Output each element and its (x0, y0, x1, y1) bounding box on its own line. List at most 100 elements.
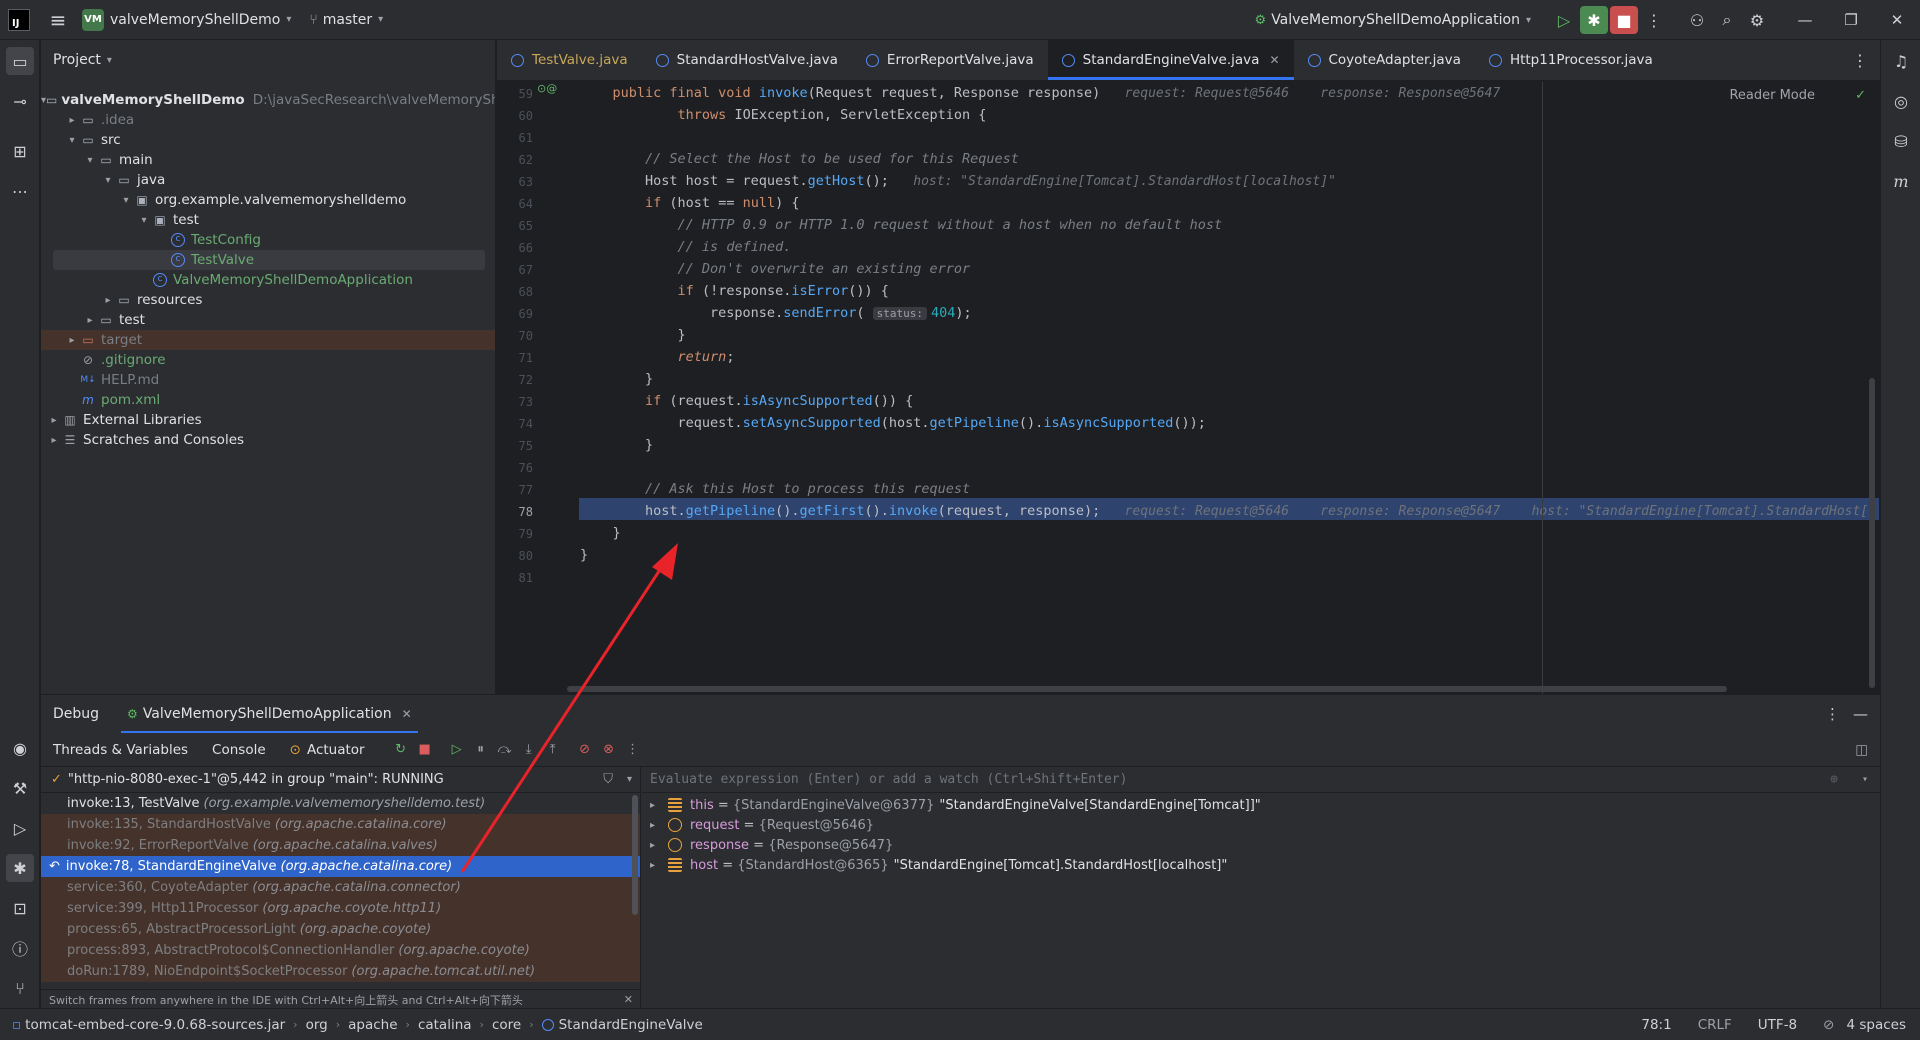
stack-frame[interactable]: process:65, AbstractProcessorLight (org.a… (41, 919, 640, 940)
ai-assistant-icon[interactable]: ◎ (1887, 87, 1915, 115)
editor-tab[interactable]: CoyoteAdapter.java (1294, 40, 1475, 80)
line-number[interactable]: 67 (497, 263, 533, 277)
code-line[interactable]: } (580, 371, 653, 387)
tree-item[interactable]: ⊘ .gitignore (41, 350, 495, 370)
thread-selector[interactable]: ✓ "http-nio-8080-exec-1"@5,442 in group … (41, 767, 640, 793)
stack-frame[interactable]: invoke:92, ErrorReportValve (org.apache.c… (41, 835, 640, 856)
run-config-selector[interactable]: ⚙ ValveMemoryShellDemoApplication ▾ (1255, 12, 1531, 28)
indent-setting[interactable]: 4 spaces (1846, 1017, 1906, 1033)
stack-frame[interactable]: doRun:1789, NioEndpoint$SocketProcessor(… (41, 961, 640, 982)
chevron-down-icon[interactable]: ▾ (627, 774, 632, 785)
settings-gear-icon[interactable]: ⚙ (1743, 6, 1771, 34)
chevron-right-icon[interactable]: ▸ (650, 860, 664, 871)
code-line[interactable]: // is defined. (580, 239, 792, 255)
code-line[interactable]: Host host = request.getHost(); host: "St… (580, 173, 1336, 189)
tab-threads-variables[interactable]: Threads & Variables (53, 742, 188, 758)
tree-item[interactable]: c TestConfig (41, 230, 495, 250)
layout-settings-icon[interactable]: ◫ (1855, 742, 1868, 758)
line-number[interactable]: 70 (497, 329, 533, 343)
line-number[interactable]: 77 (497, 483, 533, 497)
editor-horizontal-scrollbar[interactable] (567, 686, 1727, 692)
breadcrumb-item[interactable]: StandardEngineValve (559, 1017, 703, 1033)
code-line[interactable]: } (580, 327, 686, 343)
line-number[interactable]: 65 (497, 219, 533, 233)
line-number[interactable]: 78 (497, 505, 533, 519)
breadcrumb-item[interactable]: core (492, 1017, 521, 1033)
variable-row[interactable]: ▸ response = {Response@5647} (642, 835, 1880, 855)
line-number[interactable]: 69 (497, 307, 533, 321)
code-line[interactable]: if (host == null) { (580, 195, 799, 211)
rerun-icon[interactable]: ↻ (389, 742, 413, 757)
structure-tool-icon[interactable]: ⊞ (6, 137, 34, 165)
editor-vertical-scrollbar[interactable] (1869, 378, 1875, 688)
line-number[interactable]: 61 (497, 131, 533, 145)
code-line[interactable]: response.sendError( status: 404); (580, 305, 972, 321)
filter-icon[interactable]: ⛉ (603, 772, 613, 787)
evaluate-expression-input[interactable]: Evaluate expression (Enter) or add a wat… (642, 767, 1880, 793)
project-panel-header[interactable]: Project ▾ (41, 40, 495, 80)
maven-tool-icon[interactable]: m (1887, 167, 1915, 195)
add-watch-icon[interactable]: ⊕ (1830, 772, 1838, 787)
add-user-icon[interactable]: ⚇ (1683, 6, 1711, 34)
code-line[interactable]: // HTTP 0.9 or HTTP 1.0 request without … (580, 217, 1223, 233)
tree-item[interactable]: ▸ ▭ target (41, 330, 495, 350)
tree-item[interactable]: ▸ ▥ External Libraries (41, 410, 495, 430)
code-line[interactable]: request.setAsyncSupported(host.getPipeli… (580, 415, 1206, 431)
mute-breakpoints-icon[interactable]: ⊗ (597, 742, 621, 757)
tree-item[interactable]: ▸ ▭ test (41, 310, 495, 330)
tab-actuator[interactable]: Actuator (307, 742, 365, 758)
commit-tool-icon[interactable]: ⊸ (6, 87, 34, 115)
chevron-down-icon[interactable]: ▾ (1862, 774, 1868, 785)
tree-item[interactable]: ▸ ▭ resources (41, 290, 495, 310)
line-number[interactable]: 76 (497, 461, 533, 475)
line-number[interactable]: 60 (497, 109, 533, 123)
line-number[interactable]: 66 (497, 241, 533, 255)
chevron-right-icon[interactable]: ▸ (101, 295, 115, 306)
run-tool-icon[interactable]: ▷ (6, 814, 34, 842)
problems-tool-icon[interactable]: ⓘ (6, 934, 34, 962)
override-marker-icon[interactable]: ⊙@ (537, 82, 557, 95)
reader-mode-button[interactable]: Reader Mode (1729, 88, 1815, 103)
chevron-down-icon[interactable]: ▾ (101, 175, 115, 186)
line-separator[interactable]: CRLF (1698, 1017, 1732, 1033)
chevron-right-icon[interactable]: ▸ (47, 415, 61, 426)
chevron-right-icon[interactable]: ▸ (65, 335, 79, 346)
pause-program-icon[interactable]: ⏸ (469, 742, 493, 757)
line-number[interactable]: 68 (497, 285, 533, 299)
stop-debug-icon[interactable]: ■ (413, 742, 437, 757)
editor-tab[interactable]: ErrorReportValve.java (852, 40, 1048, 80)
line-number[interactable]: 81 (497, 571, 533, 585)
variable-row[interactable]: ▸ host = {StandardHost@6365} "StandardEngi… (642, 855, 1880, 875)
tree-item[interactable]: ▾ ▣ org.example.valvememoryshelldemo (41, 190, 495, 210)
code-line[interactable]: public final void invoke(Request request… (580, 85, 1501, 101)
database-tool-icon[interactable]: ⛁ (1887, 127, 1915, 155)
services-tool-icon[interactable]: ◉ (6, 734, 34, 762)
stack-frame[interactable]: invoke:135, StandardHostValve (org.apache… (41, 814, 640, 835)
code-line[interactable]: } (580, 525, 621, 541)
chevron-right-icon[interactable]: ▸ (47, 435, 61, 446)
breadcrumb-item[interactable]: apache (348, 1017, 397, 1033)
code-line[interactable]: return; (580, 349, 735, 365)
file-encoding[interactable]: UTF-8 (1758, 1017, 1797, 1033)
breadcrumb-item[interactable]: org (306, 1017, 328, 1033)
branch-selector[interactable]: ⑂ master ▾ (309, 0, 383, 40)
debug-options-icon[interactable]: ⋮ (1825, 705, 1840, 723)
code-line[interactable]: } (580, 547, 588, 563)
code-line[interactable]: // Select the Host to be used for this R… (580, 151, 1019, 167)
chevron-down-icon[interactable]: ▾ (83, 155, 97, 166)
tree-item[interactable]: ▾ ▣ test (41, 210, 495, 230)
frames-scrollbar[interactable] (632, 795, 638, 915)
step-over-icon[interactable]: ⤼ (493, 742, 517, 757)
close-icon[interactable]: ✕ (624, 993, 633, 1006)
line-number[interactable]: 72 (497, 373, 533, 387)
debug-icon[interactable]: ✱ (1580, 6, 1608, 34)
more-tools-icon[interactable]: ⋯ (6, 177, 34, 205)
tab-list-menu-icon[interactable]: ⋮ (1840, 40, 1880, 80)
tree-item[interactable]: c ValveMemoryShellDemoApplication (41, 270, 495, 290)
line-number[interactable]: 79 (497, 527, 533, 541)
build-tool-icon[interactable]: ⚒ (6, 774, 34, 802)
tree-item[interactable]: M↓ HELP.md (41, 370, 495, 390)
stack-frame[interactable]: ↶ invoke:78, StandardEngineValve (org.apac… (41, 856, 640, 877)
line-number[interactable]: 71 (497, 351, 533, 365)
line-number[interactable]: 62 (497, 153, 533, 167)
